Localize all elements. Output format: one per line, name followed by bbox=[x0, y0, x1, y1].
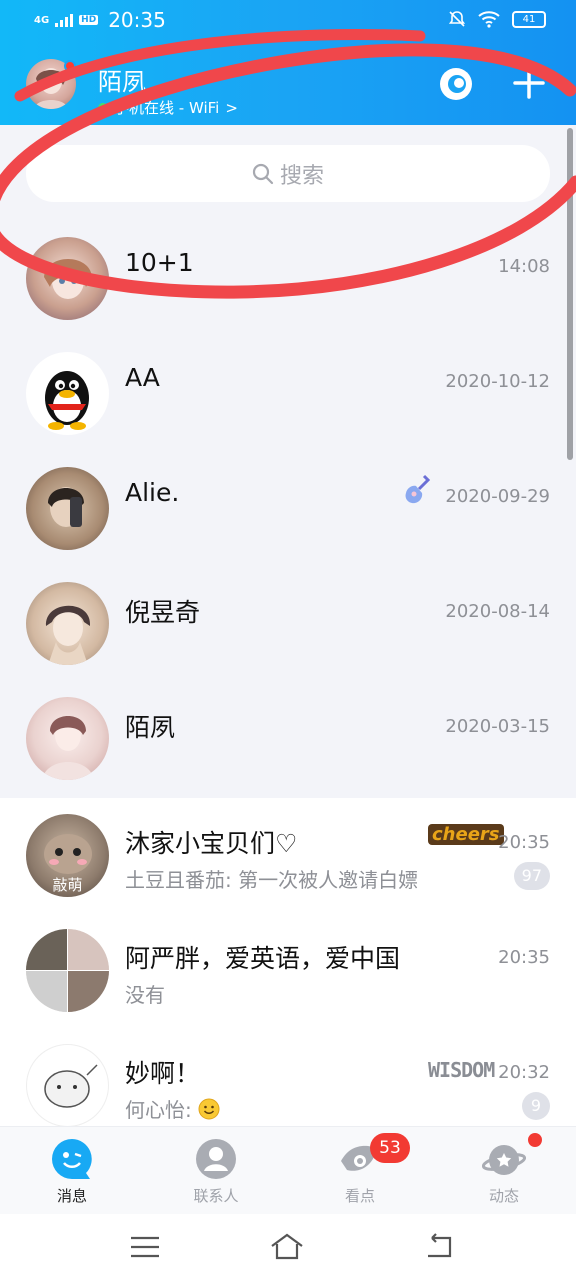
contacts-icon bbox=[196, 1139, 236, 1179]
chat-time: 2020-09-29 bbox=[445, 486, 550, 507]
tab-kandian-label: 看点 bbox=[344, 1187, 375, 1205]
signal-icon bbox=[55, 13, 74, 27]
avatar bbox=[26, 352, 109, 435]
chat-preview: 没有 bbox=[125, 983, 165, 1007]
avatar bbox=[26, 1044, 109, 1127]
bottom-nav: 消息 联系人 53 看点 动态 bbox=[0, 1126, 576, 1214]
chat-row-pinned[interactable]: Alie. 2020-09-29 bbox=[0, 440, 576, 555]
system-nav-bar bbox=[0, 1214, 576, 1280]
chat-time: 2020-10-12 bbox=[445, 371, 550, 392]
tab-feed[interactable]: 动态 bbox=[456, 1127, 552, 1215]
menu-icon[interactable] bbox=[128, 1230, 162, 1264]
chat-name: 沐家小宝贝们♡ bbox=[125, 829, 298, 858]
chat-row-pinned[interactable]: 倪昱奇 2020-08-14 bbox=[0, 555, 576, 670]
chat-name: 陌夙 bbox=[125, 713, 176, 742]
avatar bbox=[26, 237, 109, 320]
hd-indicator: HD bbox=[79, 15, 99, 25]
chat-name: Alie. bbox=[125, 478, 180, 507]
chat-row[interactable]: 阿严胖，爱英语，爱中国 20:35 没有 bbox=[0, 913, 576, 1028]
avatar-caption: 敲萌 bbox=[52, 876, 83, 894]
clock: 20:35 bbox=[108, 8, 166, 32]
avatar bbox=[26, 467, 109, 550]
tab-contacts-label: 联系人 bbox=[193, 1187, 239, 1205]
home-icon[interactable] bbox=[270, 1230, 304, 1264]
kandian-badge: 53 bbox=[370, 1133, 410, 1163]
tab-messages-label: 消息 bbox=[56, 1187, 87, 1205]
chat-preview: 何心怡: bbox=[125, 1094, 220, 1123]
online-status-text: 手机在线 - WiFi bbox=[114, 99, 220, 117]
smile-emoji-icon bbox=[198, 1098, 220, 1120]
scrollbar[interactable] bbox=[567, 128, 573, 460]
profile-name[interactable]: 陌夙 bbox=[98, 62, 146, 97]
plus-icon[interactable] bbox=[512, 66, 546, 100]
tab-contacts[interactable]: 联系人 bbox=[168, 1127, 264, 1215]
online-dot-icon bbox=[98, 102, 108, 113]
online-status[interactable]: 手机在线 - WiFi > bbox=[98, 97, 238, 118]
messages-icon bbox=[52, 1139, 92, 1179]
chat-time: 20:35 bbox=[498, 832, 550, 853]
search-icon bbox=[252, 163, 274, 184]
search-bar[interactable]: 搜索 bbox=[26, 145, 550, 202]
chat-name: 妙啊！ bbox=[125, 1059, 201, 1088]
tab-kandian[interactable]: 53 看点 bbox=[312, 1127, 410, 1215]
guitar-icon bbox=[405, 474, 430, 504]
chat-row-pinned[interactable]: AA 2020-10-12 bbox=[0, 325, 576, 440]
wifi-icon bbox=[478, 11, 500, 28]
chat-time: 14:08 bbox=[498, 256, 550, 277]
chat-time: 2020-03-15 bbox=[445, 716, 550, 737]
wisdom-sticker: WISDOM bbox=[428, 1058, 495, 1082]
unread-badge: 97 bbox=[513, 862, 550, 890]
chat-time: 20:32 bbox=[498, 1062, 550, 1083]
feed-notification-dot bbox=[528, 1133, 542, 1147]
status-bar: 4G HD 20:35 41 bbox=[0, 0, 576, 44]
battery-icon: 41 bbox=[512, 10, 546, 28]
app-header: 4G HD 20:35 41 陌夙 手机在线 - WiFi > bbox=[0, 0, 576, 125]
avatar bbox=[26, 929, 109, 1012]
network-type: 4G bbox=[34, 14, 50, 26]
avatar: 敲萌 bbox=[26, 814, 109, 897]
chat-preview: 土豆且番茄: 第一次被人邀请白嫖 bbox=[125, 868, 419, 892]
chat-preview-text: 何心怡: bbox=[125, 1098, 192, 1122]
tab-messages[interactable]: 消息 bbox=[24, 1127, 120, 1215]
chat-name: AA bbox=[125, 363, 160, 392]
camera-icon[interactable] bbox=[438, 66, 474, 102]
chat-name: 10+1 bbox=[125, 248, 194, 277]
chat-row-pinned[interactable]: 陌夙 2020-03-15 bbox=[0, 670, 576, 785]
planet-star-icon bbox=[482, 1145, 526, 1175]
avatar bbox=[26, 582, 109, 665]
chat-name: 倪昱奇 bbox=[125, 598, 201, 627]
profile-notification-dot bbox=[64, 60, 76, 72]
back-icon[interactable] bbox=[422, 1230, 456, 1264]
chat-row-pinned[interactable]: 10+1 14:08 bbox=[0, 210, 576, 325]
search-placeholder: 搜索 bbox=[279, 163, 324, 189]
tab-feed-label: 动态 bbox=[488, 1187, 519, 1205]
chevron-right-icon: > bbox=[225, 98, 238, 117]
chat-row[interactable]: 敲萌 沐家小宝贝们♡ cheers 20:35 土豆且番茄: 第一次被人邀请白嫖… bbox=[0, 798, 576, 913]
cheers-sticker: cheers bbox=[428, 824, 504, 845]
chat-time: 2020-08-14 bbox=[445, 601, 550, 622]
chat-row[interactable]: 妙啊！ WISDOM 20:32 何心怡: 9 bbox=[0, 1028, 576, 1127]
chat-time: 20:35 bbox=[498, 947, 550, 968]
unread-badge: 9 bbox=[522, 1092, 550, 1120]
mute-bell-icon bbox=[448, 11, 466, 27]
chat-name: 阿严胖，爱英语，爱中国 bbox=[125, 944, 401, 973]
avatar bbox=[26, 697, 109, 780]
